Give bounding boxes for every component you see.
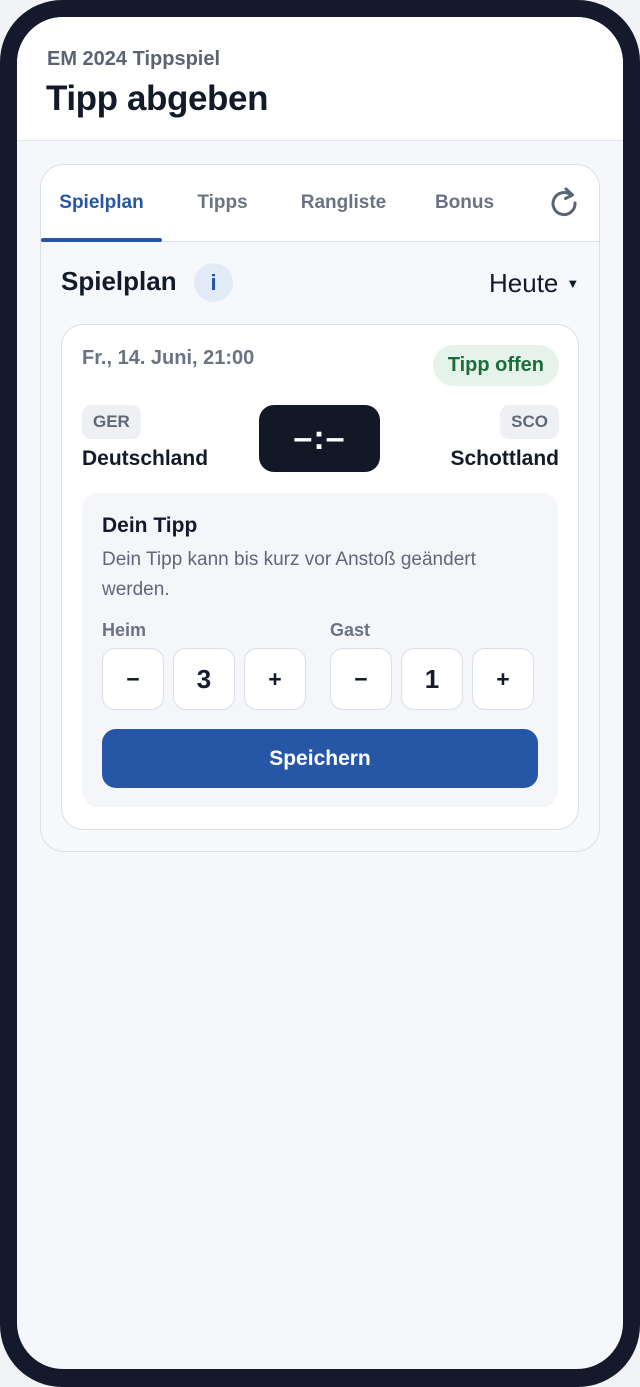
away-goals-value: 1 bbox=[401, 648, 463, 710]
caret-down-icon: ▼ bbox=[566, 275, 580, 291]
schedule-panel: Spielplan Tipps Rangliste Bonus Spielpla… bbox=[40, 164, 600, 852]
away-score-label: Gast bbox=[330, 620, 371, 640]
day-filter-value: Heute bbox=[489, 267, 559, 298]
kickoff-time: Fr., 14. Juni, 21:00 bbox=[82, 347, 255, 369]
status-badge: Tipp offen bbox=[432, 345, 559, 386]
tip-form: Dein Tipp Dein Tipp kann bis kurz vor An… bbox=[82, 493, 558, 807]
section-title: Spielplan bbox=[61, 266, 177, 296]
tab-bar: Spielplan Tipps Rangliste Bonus bbox=[41, 165, 599, 242]
refresh-icon[interactable] bbox=[546, 185, 582, 221]
away-decrement-button[interactable]: − bbox=[330, 648, 392, 710]
page-title: Tipp abgeben bbox=[46, 79, 269, 118]
tab-spielplan[interactable]: Spielplan bbox=[41, 165, 162, 242]
device-frame: EM 2024 Tippspiel Tipp abgeben Spielplan… bbox=[0, 0, 640, 1387]
home-team-code: GER bbox=[82, 405, 141, 439]
away-increment-button[interactable]: + bbox=[472, 648, 534, 710]
tip-hint: Dein Tipp kann bis kurz vor Anstoß geänd… bbox=[102, 549, 476, 600]
home-team-name: Deutschland bbox=[82, 447, 209, 470]
tab-bonus[interactable]: Bonus bbox=[404, 165, 525, 241]
app-screen: EM 2024 Tippspiel Tipp abgeben Spielplan… bbox=[17, 17, 623, 1369]
away-team-code: SCO bbox=[500, 405, 559, 439]
tab-tipps[interactable]: Tipps bbox=[162, 165, 283, 241]
save-button[interactable]: Speichern bbox=[102, 729, 538, 788]
score-display: –:– bbox=[259, 405, 380, 472]
app-header: EM 2024 Tippspiel Tipp abgeben bbox=[17, 17, 623, 141]
day-filter-select[interactable]: Heute ▼ bbox=[489, 267, 579, 299]
home-goals-value: 3 bbox=[173, 648, 235, 710]
away-team-name: Schottland bbox=[450, 447, 560, 470]
home-increment-button[interactable]: + bbox=[244, 648, 306, 710]
info-icon[interactable]: i bbox=[194, 263, 233, 302]
tab-rangliste[interactable]: Rangliste bbox=[283, 165, 404, 241]
home-score-label: Heim bbox=[102, 620, 147, 640]
match-card: Fr., 14. Juni, 21:00 Tipp offen GER Deut… bbox=[61, 324, 579, 830]
home-decrement-button[interactable]: − bbox=[102, 648, 164, 710]
tip-title: Dein Tipp bbox=[102, 514, 198, 537]
app-name: EM 2024 Tippspiel bbox=[47, 48, 221, 70]
